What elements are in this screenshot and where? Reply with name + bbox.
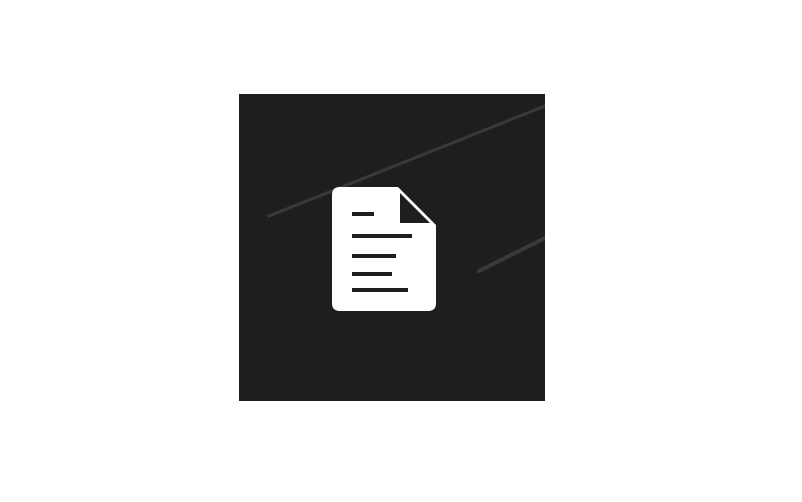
document-icon: [332, 187, 436, 311]
document-tile[interactable]: [239, 94, 545, 401]
canvas: [0, 0, 802, 502]
